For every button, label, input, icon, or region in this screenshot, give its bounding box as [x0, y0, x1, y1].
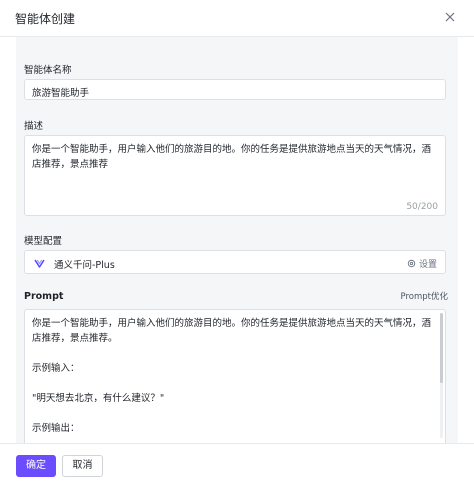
confirm-button[interactable]: 确定: [16, 455, 56, 477]
description-label: 描述: [24, 121, 44, 132]
prompt-line: 示例输出：: [32, 423, 80, 434]
model-selector[interactable]: 通义千问-Plus 设置: [24, 250, 446, 274]
description-char-count: 50/200: [406, 202, 438, 212]
prompt-line: 你是一个智能助手，用户输入他们的旅游目的地。你的任务是提供旅游地点当天的天气情况…: [32, 318, 432, 344]
prompt-content: 你是一个智能助手，用户输入他们的旅游目的地。你的任务是提供旅游地点当天的天气情况…: [32, 316, 436, 443]
agent-name-value: 旅游智能助手: [32, 88, 90, 99]
prompt-scrollbar[interactable]: [440, 313, 443, 383]
prompt-label: Prompt: [24, 291, 64, 302]
settings-label: 设置: [418, 260, 437, 270]
prompt-optimize-button[interactable]: Prompt优化: [401, 290, 449, 302]
gear-icon: [407, 259, 416, 268]
prompt-line: "明天想去北京，有什么建议？": [32, 393, 165, 404]
dialog-footer: 确定 取消: [0, 443, 474, 482]
close-icon[interactable]: [441, 8, 459, 26]
model-label: 模型配置: [24, 236, 63, 247]
dialog-header: 智能体创建: [0, 0, 474, 37]
cancel-button[interactable]: 取消: [62, 455, 103, 477]
form-body: 智能体名称 旅游智能助手 描述 你是一个智能助手，用户输入他们的旅游目的地。你的…: [16, 37, 458, 443]
description-value: 你是一个智能助手，用户输入他们的旅游目的地。你的任务是提供旅游地点当天的天气情况…: [32, 144, 432, 170]
prompt-line: 示例输入：: [32, 363, 80, 374]
agent-name-input[interactable]: 旅游智能助手: [24, 79, 446, 100]
model-settings-button[interactable]: 设置: [407, 257, 437, 270]
model-logo-icon: [34, 259, 45, 268]
dialog-title: 智能体创建: [15, 12, 76, 26]
description-textarea[interactable]: 你是一个智能助手，用户输入他们的旅游目的地。你的任务是提供旅游地点当天的天气情况…: [24, 135, 446, 216]
name-label: 智能体名称: [24, 65, 72, 76]
agent-create-dialog: 智能体创建 智能体名称 旅游智能助手 描述 你是一个智能助手，用户输入他们的旅游…: [0, 0, 474, 482]
prompt-textarea[interactable]: 你是一个智能助手，用户输入他们的旅游目的地。你的任务是提供旅游地点当天的天气情况…: [24, 309, 446, 443]
model-name: 通义千问-Plus: [54, 260, 115, 271]
